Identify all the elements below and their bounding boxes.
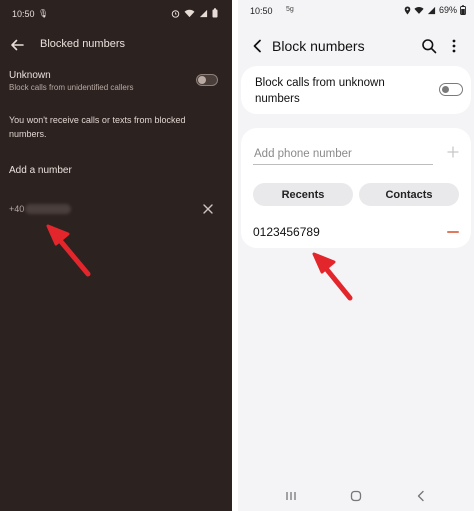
unknown-callers-toggle[interactable]: [196, 74, 218, 86]
battery-icon: [460, 5, 466, 15]
arrow-left-icon[interactable]: [8, 36, 26, 54]
back-nav-icon[interactable]: [414, 489, 428, 503]
app-bar: Blocked numbers: [0, 30, 232, 60]
search-icon[interactable]: [421, 38, 437, 54]
contacts-button[interactable]: Contacts: [359, 183, 459, 206]
recents-button[interactable]: Recents: [253, 183, 353, 206]
battery-icon: [212, 8, 218, 18]
unknown-callers-subtitle: Block calls from unidentified callers: [9, 83, 134, 92]
signal-icon: [427, 6, 436, 14]
recents-nav-icon[interactable]: [284, 489, 298, 503]
alarm-icon: [171, 9, 180, 18]
add-number-button[interactable]: Add a number: [9, 165, 72, 176]
status-time: 10:50: [12, 9, 35, 19]
minus-icon[interactable]: [447, 231, 459, 233]
samsung-phone-screen: 10:50 5g 69% Block numbers Block calls f…: [238, 0, 474, 511]
navigation-bar: [238, 482, 474, 510]
status-icons: 69%: [404, 5, 466, 15]
battery-percent: 69%: [438, 5, 457, 15]
close-icon[interactable]: [202, 203, 214, 215]
location-icon: [404, 5, 411, 14]
5g-icon: 5g: [286, 6, 294, 13]
app-bar: Block numbers: [238, 30, 474, 62]
blocked-number: 0123456789: [253, 225, 320, 239]
signal-icon: [199, 9, 208, 17]
chevron-left-icon[interactable]: [250, 38, 266, 54]
wifi-icon: [184, 9, 195, 17]
unknown-numbers-card: Block calls from unknown numbers: [241, 66, 471, 114]
status-icons: [171, 8, 218, 18]
unknown-callers-title: Unknown: [9, 70, 51, 81]
toggle-knob: [441, 85, 449, 93]
status-bar: 10:50 5g 69%: [238, 0, 474, 22]
plus-icon[interactable]: [447, 146, 459, 158]
blocked-notice-text: You won't receive calls or texts from bl…: [9, 115, 186, 139]
mic-icon: 🎙: [38, 9, 49, 18]
pixel-phone-screen: 10:50 🎙 Blocked numbers Unknown Block ca…: [0, 0, 232, 511]
toggle-knob: [198, 76, 206, 84]
status-time: 10:50: [250, 6, 273, 16]
page-title: Block numbers: [272, 38, 365, 54]
block-unknown-label: Block calls from unknown numbers: [255, 77, 385, 105]
annotation-arrow-left: [46, 224, 91, 277]
wifi-icon: [414, 6, 424, 14]
add-number-card: Recents Contacts 0123456789: [241, 128, 471, 248]
home-nav-icon[interactable]: [349, 489, 363, 503]
status-bar: 10:50 🎙: [0, 0, 232, 28]
more-vert-icon[interactable]: [450, 38, 458, 54]
block-unknown-toggle[interactable]: [439, 83, 463, 96]
annotation-arrow-right: [312, 252, 353, 301]
blurred-number: [25, 204, 71, 214]
phone-number-input[interactable]: [253, 143, 433, 165]
page-title: Blocked numbers: [40, 38, 125, 50]
blocked-number-prefix: +40: [9, 204, 25, 214]
